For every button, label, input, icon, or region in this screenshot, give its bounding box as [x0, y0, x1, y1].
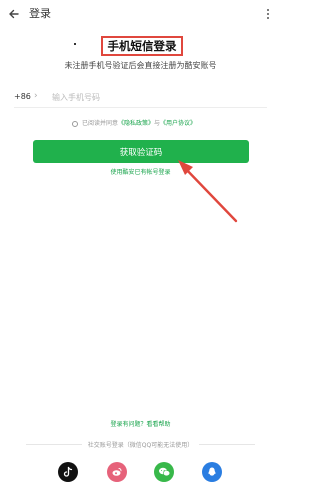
- qq-login-button[interactable]: [202, 462, 222, 482]
- wechat-icon: [158, 467, 170, 477]
- weibo-login-button[interactable]: [107, 462, 127, 482]
- agreement-row: 已阅读并同意《隐私政策》与《用户协议》: [72, 118, 196, 130]
- divider-line-right: [199, 443, 256, 445]
- page-subtitle: 未注册手机号验证后会直接注册为酷安账号: [64, 61, 217, 70]
- divider-line-left: [26, 443, 82, 445]
- more-menu-button[interactable]: [263, 6, 273, 22]
- top-bar: 登录: [0, 0, 281, 28]
- user-agreement-link[interactable]: 《用户协议》: [160, 120, 196, 127]
- phone-number-input[interactable]: [52, 88, 232, 106]
- qq-icon: [208, 467, 216, 476]
- wechat-login-button[interactable]: [154, 462, 174, 482]
- login-help-link[interactable]: 登录有问题？看看帮助: [0, 420, 281, 430]
- country-code-selector[interactable]: +86: [14, 91, 31, 103]
- agreement-checkbox[interactable]: [72, 121, 78, 127]
- topbar-title: 登录: [29, 7, 51, 20]
- social-login-divider: 社交账号登录（微信QQ可能无法使用）: [26, 439, 256, 449]
- back-arrow-icon: [9, 9, 19, 19]
- privacy-policy-link[interactable]: 《隐私政策》: [118, 120, 154, 127]
- page-title: 手机短信登录: [107, 39, 177, 53]
- weibo-icon: [112, 468, 122, 476]
- agreement-prefix: 已阅读并同意: [82, 120, 119, 127]
- back-button[interactable]: [6, 6, 22, 22]
- tiktok-login-button[interactable]: [58, 462, 78, 482]
- heading-highlight-box: 手机短信登录: [101, 36, 183, 56]
- agreement-text: 已阅读并同意《隐私政策》与《用户协议》: [82, 118, 196, 130]
- social-login-label: 社交账号登录（微信QQ可能无法使用）: [87, 441, 194, 449]
- more-dots-icon: [267, 9, 269, 11]
- get-verification-code-button[interactable]: 获取验证码: [33, 140, 249, 163]
- login-page: 登录 手机短信登录 未注册手机号验证后会直接注册为酷安账号 +86 › 已阅读并…: [0, 0, 281, 500]
- tiktok-icon: [63, 466, 73, 477]
- dot-mark: [74, 43, 76, 45]
- chevron-right-icon: ›: [34, 91, 38, 101]
- existing-account-login-link[interactable]: 使用酷安已有帐号登录: [0, 168, 281, 178]
- input-underline: [14, 107, 267, 108]
